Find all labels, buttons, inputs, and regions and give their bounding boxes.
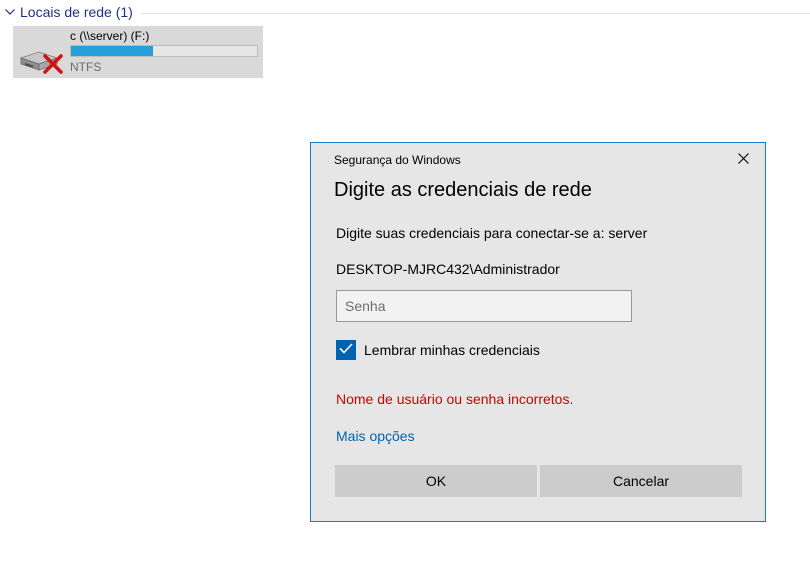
- error-message: Nome de usuário ou senha incorretos.: [336, 391, 574, 407]
- checkmark-icon: [339, 341, 353, 359]
- more-options-link[interactable]: Mais opções: [336, 428, 415, 444]
- file-explorer-view: Locais de rede (1) c (\\server) (F:) NTF…: [0, 0, 810, 574]
- close-icon: [737, 151, 749, 169]
- drive-name: c (\\server) (F:): [70, 29, 150, 43]
- password-field[interactable]: [336, 290, 632, 322]
- dialog-title: Digite as credenciais de rede: [334, 179, 592, 201]
- disconnected-network-drive-icon: [19, 36, 71, 76]
- drive-usage-bar: [70, 45, 258, 57]
- connect-prompt: Digite suas credenciais para conectar-se…: [336, 225, 648, 241]
- remember-credentials-checkbox-row[interactable]: Lembrar minhas credenciais: [336, 339, 540, 361]
- remember-credentials-checkbox[interactable]: [336, 340, 356, 360]
- drive-filesystem: NTFS: [70, 60, 102, 74]
- user-account: DESKTOP-MJRC432\Administrador: [336, 261, 560, 277]
- drive-usage-fill: [71, 46, 153, 56]
- group-divider: [140, 12, 810, 14]
- cancel-button[interactable]: Cancelar: [540, 465, 742, 497]
- group-header-network-locations[interactable]: Locais de rede (1): [4, 3, 810, 21]
- credentials-dialog: Segurança do Windows Digite as credencia…: [310, 142, 766, 522]
- remember-credentials-label: Lembrar minhas credenciais: [364, 342, 540, 358]
- dialog-caption: Segurança do Windows: [334, 153, 461, 167]
- network-drive-item[interactable]: c (\\server) (F:) NTFS: [13, 26, 263, 78]
- close-button[interactable]: [729, 149, 757, 171]
- group-title: Locais de rede (1): [20, 4, 133, 20]
- chevron-down-icon[interactable]: [4, 6, 16, 18]
- ok-button[interactable]: OK: [335, 465, 537, 497]
